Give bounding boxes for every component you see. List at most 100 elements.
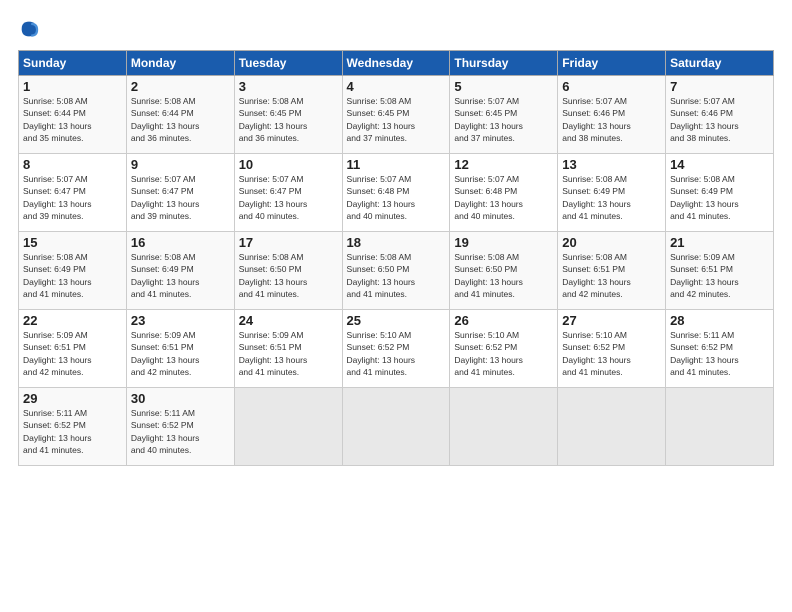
calendar-cell: 7Sunrise: 5:07 AM Sunset: 6:46 PM Daylig…: [666, 76, 774, 154]
day-number: 12: [454, 157, 553, 172]
calendar-cell: [342, 388, 450, 466]
day-number: 8: [23, 157, 122, 172]
calendar-cell: 15Sunrise: 5:08 AM Sunset: 6:49 PM Dayli…: [19, 232, 127, 310]
col-header-monday: Monday: [126, 51, 234, 76]
day-number: 29: [23, 391, 122, 406]
calendar-cell: 13Sunrise: 5:08 AM Sunset: 6:49 PM Dayli…: [558, 154, 666, 232]
day-number: 28: [670, 313, 769, 328]
calendar-cell: 4Sunrise: 5:08 AM Sunset: 6:45 PM Daylig…: [342, 76, 450, 154]
day-info: Sunrise: 5:09 AM Sunset: 6:51 PM Dayligh…: [23, 329, 122, 378]
day-number: 25: [347, 313, 446, 328]
calendar-cell: 2Sunrise: 5:08 AM Sunset: 6:44 PM Daylig…: [126, 76, 234, 154]
calendar-cell: [666, 388, 774, 466]
col-header-saturday: Saturday: [666, 51, 774, 76]
day-info: Sunrise: 5:09 AM Sunset: 6:51 PM Dayligh…: [239, 329, 338, 378]
calendar-cell: 19Sunrise: 5:08 AM Sunset: 6:50 PM Dayli…: [450, 232, 558, 310]
day-number: 6: [562, 79, 661, 94]
calendar-cell: 6Sunrise: 5:07 AM Sunset: 6:46 PM Daylig…: [558, 76, 666, 154]
calendar-cell: 1Sunrise: 5:08 AM Sunset: 6:44 PM Daylig…: [19, 76, 127, 154]
calendar-cell: 23Sunrise: 5:09 AM Sunset: 6:51 PM Dayli…: [126, 310, 234, 388]
calendar-cell: 10Sunrise: 5:07 AM Sunset: 6:47 PM Dayli…: [234, 154, 342, 232]
day-number: 20: [562, 235, 661, 250]
day-info: Sunrise: 5:07 AM Sunset: 6:46 PM Dayligh…: [562, 95, 661, 144]
day-info: Sunrise: 5:10 AM Sunset: 6:52 PM Dayligh…: [454, 329, 553, 378]
day-number: 4: [347, 79, 446, 94]
calendar-cell: 9Sunrise: 5:07 AM Sunset: 6:47 PM Daylig…: [126, 154, 234, 232]
day-info: Sunrise: 5:08 AM Sunset: 6:49 PM Dayligh…: [562, 173, 661, 222]
col-header-friday: Friday: [558, 51, 666, 76]
day-number: 18: [347, 235, 446, 250]
day-info: Sunrise: 5:07 AM Sunset: 6:47 PM Dayligh…: [239, 173, 338, 222]
header: [18, 18, 774, 40]
day-info: Sunrise: 5:07 AM Sunset: 6:46 PM Dayligh…: [670, 95, 769, 144]
day-number: 2: [131, 79, 230, 94]
calendar-cell: 26Sunrise: 5:10 AM Sunset: 6:52 PM Dayli…: [450, 310, 558, 388]
day-info: Sunrise: 5:09 AM Sunset: 6:51 PM Dayligh…: [131, 329, 230, 378]
calendar-page: SundayMondayTuesdayWednesdayThursdayFrid…: [0, 0, 792, 612]
day-info: Sunrise: 5:09 AM Sunset: 6:51 PM Dayligh…: [670, 251, 769, 300]
day-info: Sunrise: 5:07 AM Sunset: 6:47 PM Dayligh…: [131, 173, 230, 222]
calendar-cell: 12Sunrise: 5:07 AM Sunset: 6:48 PM Dayli…: [450, 154, 558, 232]
day-info: Sunrise: 5:08 AM Sunset: 6:50 PM Dayligh…: [347, 251, 446, 300]
day-number: 13: [562, 157, 661, 172]
day-number: 30: [131, 391, 230, 406]
day-info: Sunrise: 5:08 AM Sunset: 6:50 PM Dayligh…: [239, 251, 338, 300]
day-info: Sunrise: 5:11 AM Sunset: 6:52 PM Dayligh…: [670, 329, 769, 378]
day-number: 3: [239, 79, 338, 94]
day-info: Sunrise: 5:08 AM Sunset: 6:49 PM Dayligh…: [670, 173, 769, 222]
logo: [18, 18, 42, 40]
day-info: Sunrise: 5:08 AM Sunset: 6:49 PM Dayligh…: [131, 251, 230, 300]
day-number: 14: [670, 157, 769, 172]
day-number: 16: [131, 235, 230, 250]
day-info: Sunrise: 5:08 AM Sunset: 6:44 PM Dayligh…: [131, 95, 230, 144]
day-info: Sunrise: 5:10 AM Sunset: 6:52 PM Dayligh…: [347, 329, 446, 378]
day-number: 24: [239, 313, 338, 328]
day-number: 26: [454, 313, 553, 328]
calendar-cell: 21Sunrise: 5:09 AM Sunset: 6:51 PM Dayli…: [666, 232, 774, 310]
col-header-tuesday: Tuesday: [234, 51, 342, 76]
day-number: 23: [131, 313, 230, 328]
col-header-wednesday: Wednesday: [342, 51, 450, 76]
logo-icon: [18, 18, 40, 40]
day-number: 7: [670, 79, 769, 94]
calendar-cell: 22Sunrise: 5:09 AM Sunset: 6:51 PM Dayli…: [19, 310, 127, 388]
day-info: Sunrise: 5:11 AM Sunset: 6:52 PM Dayligh…: [23, 407, 122, 456]
day-number: 22: [23, 313, 122, 328]
day-number: 10: [239, 157, 338, 172]
day-info: Sunrise: 5:07 AM Sunset: 6:45 PM Dayligh…: [454, 95, 553, 144]
calendar-cell: 8Sunrise: 5:07 AM Sunset: 6:47 PM Daylig…: [19, 154, 127, 232]
day-info: Sunrise: 5:10 AM Sunset: 6:52 PM Dayligh…: [562, 329, 661, 378]
day-info: Sunrise: 5:08 AM Sunset: 6:44 PM Dayligh…: [23, 95, 122, 144]
calendar-cell: [558, 388, 666, 466]
calendar-cell: 29Sunrise: 5:11 AM Sunset: 6:52 PM Dayli…: [19, 388, 127, 466]
calendar-week-row: 15Sunrise: 5:08 AM Sunset: 6:49 PM Dayli…: [19, 232, 774, 310]
day-info: Sunrise: 5:07 AM Sunset: 6:48 PM Dayligh…: [454, 173, 553, 222]
calendar-week-row: 1Sunrise: 5:08 AM Sunset: 6:44 PM Daylig…: [19, 76, 774, 154]
day-number: 27: [562, 313, 661, 328]
day-number: 5: [454, 79, 553, 94]
day-info: Sunrise: 5:08 AM Sunset: 6:45 PM Dayligh…: [239, 95, 338, 144]
col-header-sunday: Sunday: [19, 51, 127, 76]
calendar-cell: 17Sunrise: 5:08 AM Sunset: 6:50 PM Dayli…: [234, 232, 342, 310]
calendar-cell: 18Sunrise: 5:08 AM Sunset: 6:50 PM Dayli…: [342, 232, 450, 310]
day-number: 1: [23, 79, 122, 94]
calendar-cell: 3Sunrise: 5:08 AM Sunset: 6:45 PM Daylig…: [234, 76, 342, 154]
calendar-week-row: 22Sunrise: 5:09 AM Sunset: 6:51 PM Dayli…: [19, 310, 774, 388]
day-info: Sunrise: 5:11 AM Sunset: 6:52 PM Dayligh…: [131, 407, 230, 456]
day-info: Sunrise: 5:08 AM Sunset: 6:49 PM Dayligh…: [23, 251, 122, 300]
day-number: 15: [23, 235, 122, 250]
col-header-thursday: Thursday: [450, 51, 558, 76]
calendar-cell: 14Sunrise: 5:08 AM Sunset: 6:49 PM Dayli…: [666, 154, 774, 232]
calendar-cell: 27Sunrise: 5:10 AM Sunset: 6:52 PM Dayli…: [558, 310, 666, 388]
day-info: Sunrise: 5:07 AM Sunset: 6:48 PM Dayligh…: [347, 173, 446, 222]
calendar-cell: 24Sunrise: 5:09 AM Sunset: 6:51 PM Dayli…: [234, 310, 342, 388]
calendar-week-row: 8 Sunrise: 5:07 AM Sunset: 6:47 PM Daylig…: [19, 154, 774, 232]
day-number: 21: [670, 235, 769, 250]
calendar-cell: 11Sunrise: 5:07 AM Sunset: 6:48 PM Dayli…: [342, 154, 450, 232]
calendar-cell: 30Sunrise: 5:11 AM Sunset: 6:52 PM Dayli…: [126, 388, 234, 466]
calendar-cell: [234, 388, 342, 466]
day-info: Sunrise: 5:08 AM Sunset: 6:50 PM Dayligh…: [454, 251, 553, 300]
calendar-header-row: SundayMondayTuesdayWednesdayThursdayFrid…: [19, 51, 774, 76]
calendar-cell: 20Sunrise: 5:08 AM Sunset: 6:51 PM Dayli…: [558, 232, 666, 310]
day-number: 9: [131, 157, 230, 172]
